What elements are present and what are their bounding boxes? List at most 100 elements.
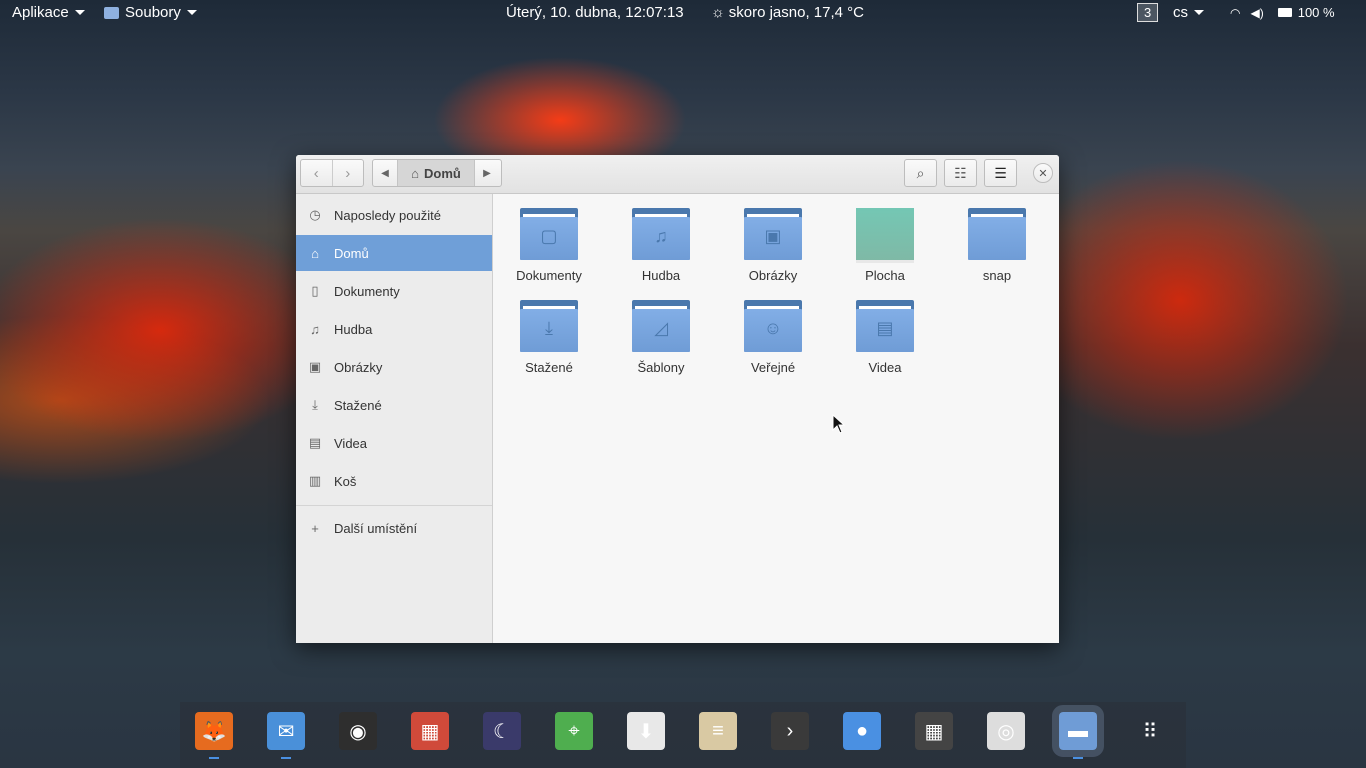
sidebar-item-label: Stažené bbox=[334, 397, 382, 413]
dock-firefox-launcher[interactable]: 🦊 bbox=[195, 712, 233, 750]
file-item-label: Obrázky bbox=[748, 268, 798, 283]
folder-public-icon: ☺ bbox=[744, 300, 802, 352]
home-icon: ⌂ bbox=[411, 165, 419, 181]
chevron-down-icon bbox=[1194, 10, 1204, 15]
path-scroll-right-button[interactable]: ▶ bbox=[475, 160, 499, 186]
camera-icon: ◎ bbox=[997, 720, 1015, 743]
dock-terminal-launcher[interactable]: › bbox=[771, 712, 809, 750]
file-item-snap[interactable]: snap bbox=[941, 194, 1053, 284]
sidebar-item-videos[interactable]: ▤ Videa bbox=[296, 425, 492, 461]
file-item-desktop[interactable]: Plocha bbox=[829, 194, 941, 284]
mail-icon: ✉ bbox=[277, 720, 295, 743]
sidebar-item-music[interactable]: ♫ Hudba bbox=[296, 311, 492, 347]
applications-menu-label: Aplikace bbox=[12, 4, 69, 21]
headerbar: ‹ › ◀ ⌂ Domů ▶ ⌕ ☷ ☰ ✕ bbox=[296, 155, 1059, 194]
path-segment-label: Domů bbox=[424, 165, 461, 181]
plus-icon: + bbox=[311, 520, 319, 536]
sidebar-item-label: Naposledy použité bbox=[334, 207, 441, 223]
sidebar-item-home[interactable]: ⌂ Domů bbox=[296, 235, 492, 271]
folder-pictures-icon: ▣ bbox=[744, 208, 802, 260]
wifi-icon: ◠ bbox=[1230, 5, 1241, 20]
file-item-templates[interactable]: ◿ Šablony bbox=[605, 286, 717, 376]
dock-mail-launcher[interactable]: ✉ bbox=[267, 712, 305, 750]
dock-app-grid-launcher[interactable]: ⠿ bbox=[1131, 712, 1169, 750]
file-item-pictures[interactable]: ▣ Obrázky bbox=[717, 194, 829, 284]
sidebar-item-label: Další umístění bbox=[334, 520, 418, 536]
file-item-label: Hudba bbox=[641, 268, 681, 283]
close-button[interactable]: ✕ bbox=[1033, 163, 1053, 183]
running-indicator bbox=[281, 757, 291, 759]
file-item-public[interactable]: ☺ Veřejné bbox=[717, 286, 829, 376]
path-bar: ◀ ⌂ Domů ▶ bbox=[372, 159, 502, 187]
navigation-buttons: ‹ › bbox=[300, 159, 364, 187]
sidebar: ◷ Naposledy použité ⌂ Domů ▯ Dokumenty ♫… bbox=[296, 194, 493, 643]
calculator-icon: ▦ bbox=[924, 720, 944, 743]
running-indicator bbox=[209, 757, 219, 759]
folder-icon bbox=[104, 6, 119, 19]
applications-menu[interactable]: Aplikace bbox=[12, 4, 85, 21]
triangle-left-icon: ◀ bbox=[381, 167, 389, 179]
dock-camera-launcher[interactable]: ◎ bbox=[987, 712, 1025, 750]
file-item-label: Veřejné bbox=[750, 360, 796, 375]
dock-settings-launcher[interactable]: ● bbox=[843, 712, 881, 750]
app-grid-icon: ⠿ bbox=[1142, 720, 1158, 743]
search-button[interactable]: ⌕ bbox=[904, 159, 937, 187]
dock-calculator-launcher[interactable]: ▦ bbox=[915, 712, 953, 750]
dock-app-store-launcher[interactable]: ⬇ bbox=[627, 712, 665, 750]
battery-icon bbox=[1277, 8, 1292, 17]
back-button[interactable]: ‹ bbox=[301, 160, 333, 186]
file-item-label: Dokumenty bbox=[516, 268, 582, 283]
file-item-music[interactable]: ♫ Hudba bbox=[605, 194, 717, 284]
file-item-documents[interactable]: ▢ Dokumenty bbox=[493, 194, 605, 284]
app-store-icon: ⬇ bbox=[637, 720, 655, 743]
film-icon: ▤ bbox=[308, 435, 322, 450]
dock-text-editor-launcher[interactable]: ≡ bbox=[699, 712, 737, 750]
sidebar-item-trash[interactable]: ▥ Koš bbox=[296, 463, 492, 499]
image-icon: ▣ bbox=[308, 359, 322, 374]
sidebar-item-other-locations[interactable]: + Další umístění bbox=[296, 510, 492, 546]
workspace-indicator[interactable]: 3 bbox=[1137, 3, 1168, 22]
sidebar-item-recent[interactable]: ◷ Naposledy použité bbox=[296, 197, 492, 233]
home-icon: ⌂ bbox=[311, 245, 319, 261]
maps-icon: ⌖ bbox=[568, 719, 580, 742]
file-manager-window: ‹ › ◀ ⌂ Domů ▶ ⌕ ☷ ☰ ✕ ◷ Naposledy použi… bbox=[296, 155, 1059, 643]
workspace-number: 3 bbox=[1137, 3, 1159, 22]
files-app-menu[interactable]: Soubory bbox=[104, 4, 197, 21]
dock-night-sky-launcher[interactable]: ☾ bbox=[483, 712, 521, 750]
mouse-cursor-icon bbox=[832, 414, 846, 434]
dock-music-player-launcher[interactable]: ◉ bbox=[339, 712, 377, 750]
path-scroll-left-button[interactable]: ◀ bbox=[373, 160, 397, 186]
dock-files-launcher[interactable]: ▬ bbox=[1052, 705, 1104, 757]
file-grid: ▢ Dokumenty ♫ Hudba ▣ Obrázky Plocha sna… bbox=[493, 194, 1059, 643]
folder-downloads-icon: ⤓ bbox=[520, 300, 578, 352]
file-item-downloads[interactable]: ⤓ Stažené bbox=[493, 286, 605, 376]
file-item-videos[interactable]: ▤ Videa bbox=[829, 286, 941, 376]
clock[interactable]: Úterý, 10. dubna, 12:07:13 bbox=[506, 4, 684, 21]
night-sky-icon: ☾ bbox=[493, 720, 511, 743]
dock-photos-launcher[interactable]: ▦ bbox=[411, 712, 449, 750]
clock-icon: ◷ bbox=[309, 207, 321, 222]
sidebar-item-label: Domů bbox=[334, 245, 369, 261]
file-item-label: Stažené bbox=[525, 360, 573, 375]
file-item-label: Plocha bbox=[865, 268, 905, 283]
dock-maps-launcher[interactable]: ⌖ bbox=[555, 712, 593, 750]
sidebar-item-downloads[interactable]: ⤓ Stažené bbox=[296, 387, 492, 423]
system-tray[interactable]: ◠ ◀) 100 % bbox=[1230, 5, 1335, 20]
folder-music-icon: ♫ bbox=[632, 208, 690, 260]
chevron-right-icon: › bbox=[345, 164, 351, 182]
weather-indicator[interactable]: ☼ skoro jasno, 17,4 °C bbox=[711, 4, 864, 21]
desktop-thumbnail-icon bbox=[856, 208, 914, 263]
photos-icon: ▦ bbox=[420, 720, 440, 743]
menu-button[interactable]: ☰ bbox=[984, 159, 1017, 187]
path-segment-home[interactable]: ⌂ Domů bbox=[397, 160, 475, 186]
file-item-label: snap bbox=[982, 268, 1012, 283]
file-item-label: Videa bbox=[868, 360, 902, 375]
forward-button[interactable]: › bbox=[333, 160, 364, 186]
view-toggle-button[interactable]: ☷ bbox=[944, 159, 977, 187]
sidebar-item-label: Koš bbox=[334, 473, 357, 489]
folder-icon bbox=[968, 208, 1026, 260]
sidebar-item-pictures[interactable]: ▣ Obrázky bbox=[296, 349, 492, 385]
keyboard-layout-indicator[interactable]: cs bbox=[1173, 4, 1204, 21]
battery-label: 100 % bbox=[1297, 5, 1335, 20]
sidebar-item-documents[interactable]: ▯ Dokumenty bbox=[296, 273, 492, 309]
